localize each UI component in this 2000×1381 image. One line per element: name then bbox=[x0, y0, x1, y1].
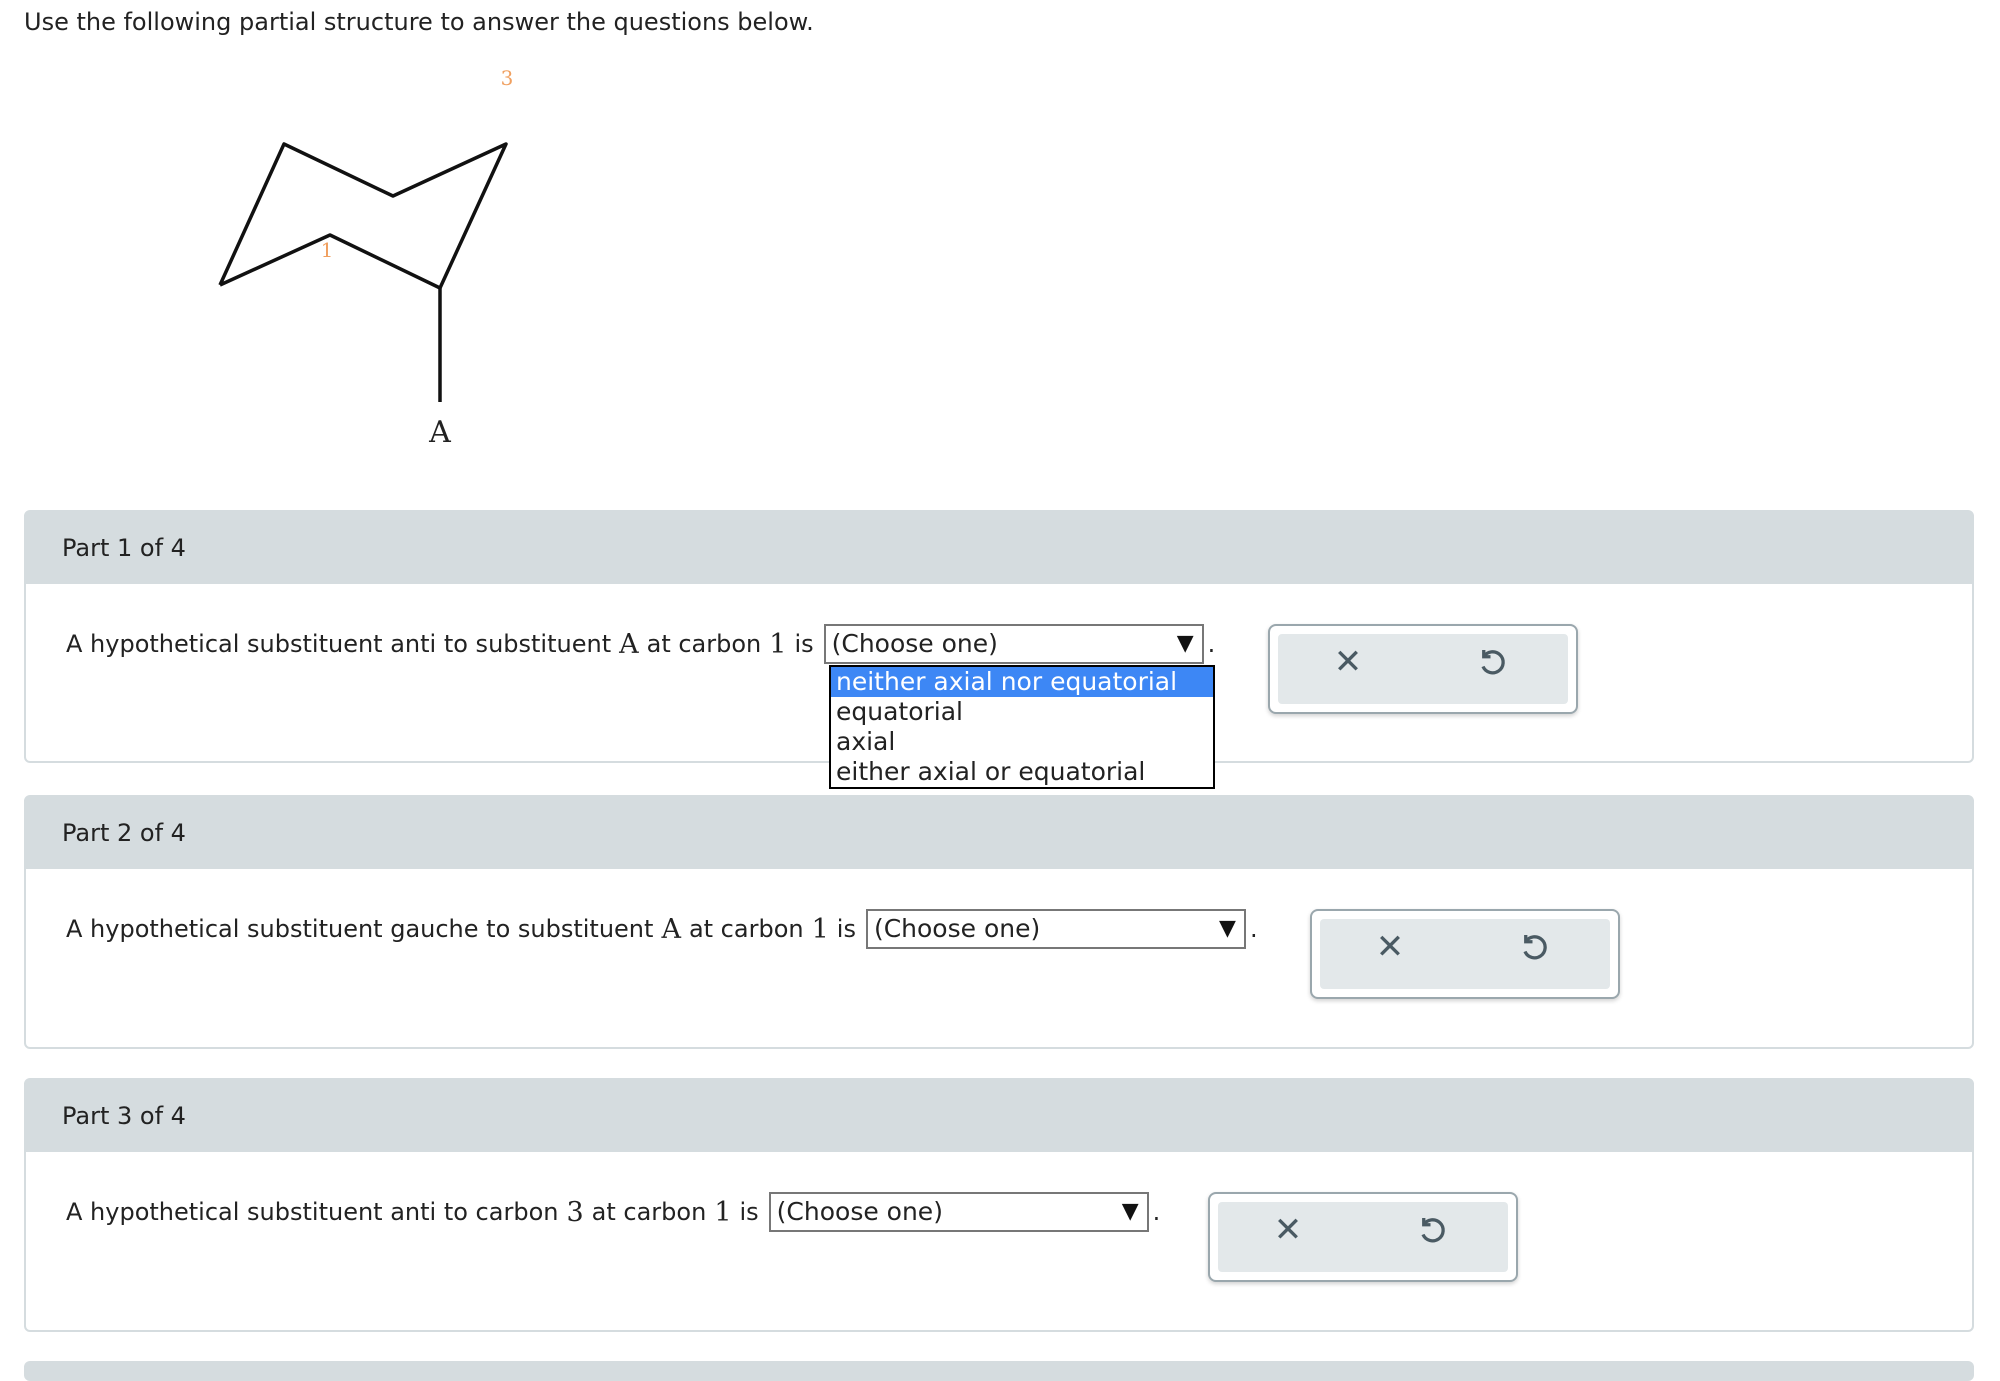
part-3-select[interactable]: (Choose one) ▼ bbox=[768, 1192, 1149, 1232]
x-icon[interactable]: ✕ bbox=[1370, 927, 1410, 967]
part-3-q-prefix: A hypothetical substituent anti to carbo… bbox=[66, 1198, 559, 1226]
part-3-q-sym2: 1 bbox=[714, 1196, 732, 1228]
part-2-action-bar bbox=[1320, 919, 1610, 989]
part-1-q-prefix: A hypothetical substituent anti to subst… bbox=[66, 630, 612, 658]
intro-text: Use the following partial structure to a… bbox=[24, 8, 814, 36]
part-2-select-value: (Choose one) bbox=[873, 914, 1041, 943]
x-icon[interactable]: ✕ bbox=[1328, 642, 1368, 682]
part-2-q-sym2: 1 bbox=[811, 913, 829, 945]
part-2-action-box: ✕ bbox=[1310, 909, 1620, 999]
x-icon[interactable]: ✕ bbox=[1268, 1210, 1308, 1250]
part-2-q-sym1: A bbox=[661, 913, 681, 945]
part-3-select-value: (Choose one) bbox=[776, 1197, 943, 1226]
substituent-a-label: A bbox=[428, 415, 451, 450]
part-2-header: Part 2 of 4 bbox=[26, 797, 1972, 869]
part-1-question: A hypothetical substituent anti to subst… bbox=[66, 624, 1215, 664]
part-1-action-box: ✕ bbox=[1268, 624, 1578, 714]
part-1-q-mid: at carbon bbox=[646, 630, 762, 658]
part-3-period: . bbox=[1152, 1198, 1161, 1226]
dropdown-arrow-icon: ▼ bbox=[1121, 1199, 1139, 1224]
part-2-q-mid: at carbon bbox=[688, 915, 804, 943]
part-1-q-suffix: is bbox=[794, 630, 814, 658]
part-2-period: . bbox=[1249, 915, 1258, 943]
part-3-panel: Part 3 of 4 A hypothetical substituent a… bbox=[24, 1078, 1974, 1332]
undo-icon[interactable] bbox=[1474, 644, 1510, 680]
part-3-q-sym1: 3 bbox=[566, 1196, 584, 1228]
part-1-period: . bbox=[1207, 630, 1216, 658]
part-2-q-prefix: A hypothetical substituent gauche to sub… bbox=[66, 915, 654, 943]
dropdown-option[interactable]: neither axial nor equatorial bbox=[831, 667, 1213, 697]
part-1-header: Part 1 of 4 bbox=[26, 512, 1972, 584]
part-1-select-value: (Choose one) bbox=[831, 629, 998, 658]
carbon-1-label: 1 bbox=[321, 238, 334, 262]
dropdown-option[interactable]: axial bbox=[831, 727, 1213, 757]
dropdown-arrow-icon: ▼ bbox=[1219, 916, 1236, 941]
undo-icon[interactable] bbox=[1414, 1212, 1450, 1248]
part-2-panel: Part 2 of 4 A hypothetical substituent g… bbox=[24, 795, 1974, 1049]
part-3-q-mid: at carbon bbox=[591, 1198, 707, 1226]
part-3-question: A hypothetical substituent anti to carbo… bbox=[66, 1192, 1160, 1232]
part-2-q-suffix: is bbox=[836, 915, 856, 943]
undo-icon[interactable] bbox=[1516, 929, 1552, 965]
part-4-panel-header bbox=[24, 1361, 1974, 1381]
carbon-3-label: 3 bbox=[501, 66, 514, 90]
part-3-action-box: ✕ bbox=[1208, 1192, 1518, 1282]
dropdown-option[interactable]: either axial or equatorial bbox=[831, 757, 1213, 787]
part-3-action-bar bbox=[1218, 1202, 1508, 1272]
part-2-select[interactable]: (Choose one) ▼ bbox=[865, 909, 1246, 949]
part-1-q-sym1: A bbox=[619, 628, 639, 660]
part-3-header: Part 3 of 4 bbox=[26, 1080, 1972, 1152]
part-1-q-sym2: 1 bbox=[769, 628, 787, 660]
part-3-q-suffix: is bbox=[739, 1198, 759, 1226]
part-1-select[interactable]: (Choose one) ▼ bbox=[823, 624, 1204, 664]
part-1-dropdown-list: neither axial nor equatorial equatorial … bbox=[829, 665, 1215, 789]
dropdown-option[interactable]: equatorial bbox=[831, 697, 1213, 727]
part-2-question: A hypothetical substituent gauche to sub… bbox=[66, 909, 1258, 949]
cyclohexane-structure: 1 3 A bbox=[218, 66, 514, 450]
dropdown-arrow-icon: ▼ bbox=[1176, 631, 1194, 656]
part-1-action-bar bbox=[1278, 634, 1568, 704]
